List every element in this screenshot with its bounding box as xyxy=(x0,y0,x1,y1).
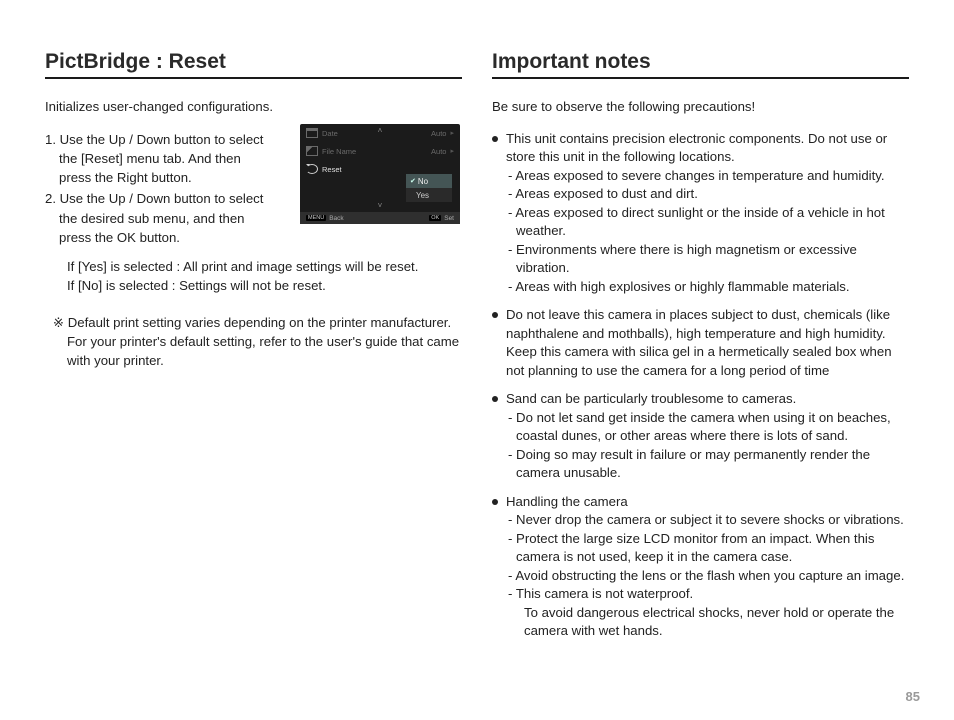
page-number: 85 xyxy=(906,689,920,704)
sub-dust-dirt: - Areas exposed to dust and dirt. xyxy=(506,185,909,203)
bullet-storage-text: Do not leave this camera in places subje… xyxy=(506,307,892,377)
if-yes: If [Yes] is selected : All print and ima… xyxy=(67,257,462,276)
left-intro: Initializes user-changed configurations. xyxy=(45,99,462,114)
sub-explosives: - Areas with high explosives or highly f… xyxy=(506,278,909,296)
lcd-date-value: Auto xyxy=(431,129,446,138)
manual-page: PictBridge : Reset Initializes user-chan… xyxy=(0,0,954,720)
bullet-precision-text: This unit contains precision electronic … xyxy=(506,131,887,164)
default-note: ※ Default print setting varies depending… xyxy=(45,313,462,370)
ok-key-icon: OK xyxy=(429,215,441,221)
reset-icon xyxy=(306,164,318,174)
menu-key-icon: MENU xyxy=(306,215,326,221)
chevron-right-icon: ▸ xyxy=(450,129,454,137)
lcd-file-label: File Name xyxy=(322,147,431,156)
precautions-list: This unit contains precision electronic … xyxy=(492,130,909,641)
sub-never-drop: - Never drop the camera or subject it to… xyxy=(506,511,909,529)
lcd-footer-back: Back xyxy=(329,215,343,222)
if-results: If [Yes] is selected : All print and ima… xyxy=(45,257,462,295)
sub-sand-inside: - Do not let sand get inside the camera … xyxy=(506,409,909,446)
camera-lcd-screenshot: ˄ Date Auto ▸ File Name Auto ▸ Reset No … xyxy=(300,124,460,224)
lcd-submenu: No Yes xyxy=(406,174,452,202)
sub-wet-hands: To avoid dangerous electrical shocks, ne… xyxy=(506,604,909,641)
chevron-down-icon: ˅ xyxy=(378,201,383,210)
sub-temp-humidity: - Areas exposed to severe changes in tem… xyxy=(506,167,909,185)
sub-not-waterproof: - This camera is not waterproof. xyxy=(506,585,909,603)
chevron-up-icon: ˄ xyxy=(378,126,383,135)
lcd-file-value: Auto xyxy=(431,147,446,156)
note-line-1: ※ Default print setting varies depending… xyxy=(53,313,462,332)
chevron-right-icon: ▸ xyxy=(450,147,454,155)
bullet-precision: This unit contains precision electronic … xyxy=(492,130,909,296)
file-icon xyxy=(306,146,318,156)
lcd-reset-label: Reset xyxy=(322,165,454,174)
bullet-handling: Handling the camera - Never drop the cam… xyxy=(492,493,909,641)
sub-lcd-protect: - Protect the large size LCD monitor fro… xyxy=(506,530,909,567)
sub-magnetism: - Environments where there is high magne… xyxy=(506,241,909,278)
left-title: PictBridge : Reset xyxy=(45,50,462,79)
right-intro: Be sure to observe the following precaut… xyxy=(492,99,909,114)
if-no: If [No] is selected : Settings will not … xyxy=(67,276,462,295)
lcd-footer-set: Set xyxy=(444,215,454,222)
steps: 1. Use the Up / Down button to select th… xyxy=(45,130,275,249)
sub-sand-failure: - Doing so may result in failure or may … xyxy=(506,446,909,483)
note-line-2: For your printer's default setting, refe… xyxy=(53,332,462,370)
bullet-sand-text: Sand can be particularly troublesome to … xyxy=(506,391,796,406)
bullet-storage: Do not leave this camera in places subje… xyxy=(492,306,909,380)
lcd-footer: MENU Back OK Set xyxy=(300,212,460,224)
step-1: 1. Use the Up / Down button to select th… xyxy=(45,130,275,187)
lcd-option-no-label: No xyxy=(418,177,428,186)
sub-sunlight: - Areas exposed to direct sunlight or th… xyxy=(506,204,909,241)
lcd-option-no: No xyxy=(406,174,452,188)
step-2: 2. Use the Up / Down button to select th… xyxy=(45,189,275,246)
right-title: Important notes xyxy=(492,50,909,79)
lcd-option-yes: Yes xyxy=(406,188,452,202)
bullet-sand: Sand can be particularly troublesome to … xyxy=(492,390,909,482)
right-column: Important notes Be sure to observe the f… xyxy=(477,50,924,690)
lcd-date-label: Date xyxy=(322,129,431,138)
lcd-row-filename: File Name Auto ▸ xyxy=(300,142,460,160)
sub-lens-flash: - Avoid obstructing the lens or the flas… xyxy=(506,567,909,585)
calendar-icon xyxy=(306,128,318,138)
bullet-handling-text: Handling the camera xyxy=(506,494,628,509)
